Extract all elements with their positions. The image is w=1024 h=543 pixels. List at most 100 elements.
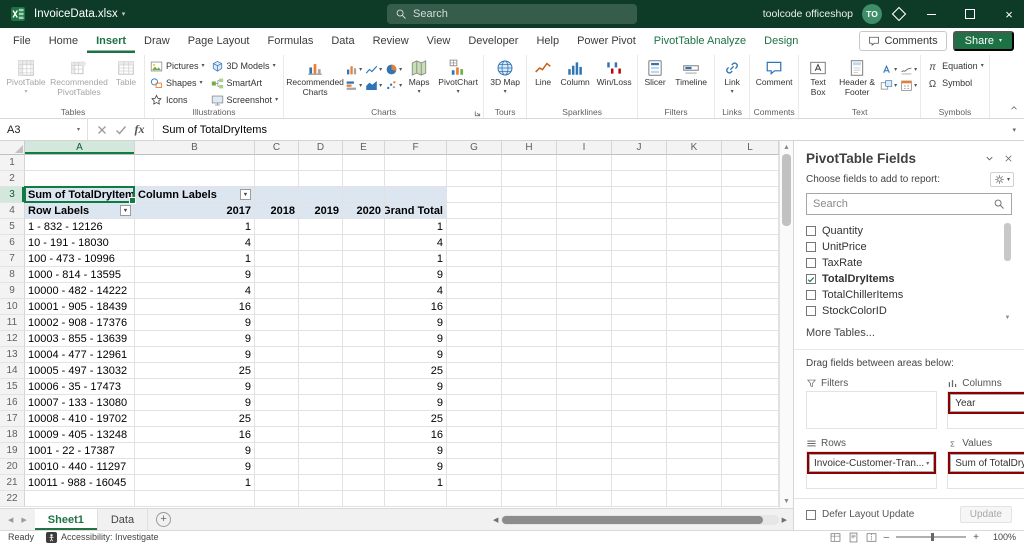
cell-l16[interactable]: [722, 395, 779, 411]
cell-e2[interactable]: [343, 171, 385, 187]
cell-e4[interactable]: 2020: [343, 203, 385, 219]
cell-d17[interactable]: [299, 411, 343, 427]
comments-button[interactable]: Comments: [859, 30, 947, 51]
cell-c16[interactable]: [255, 395, 299, 411]
recommended-pivottables-button[interactable]: Recommended PivotTables: [49, 56, 109, 97]
row-header-18[interactable]: 18: [0, 427, 25, 443]
cell-c6[interactable]: [255, 235, 299, 251]
cell-a18[interactable]: 10009 - 405 - 13248: [25, 427, 135, 443]
cell-g14[interactable]: [447, 363, 502, 379]
chart-bar-button[interactable]: ▾: [345, 79, 362, 92]
cell-g15[interactable]: [447, 379, 502, 395]
cell-j12[interactable]: [612, 331, 667, 347]
cell-f15[interactable]: 9: [385, 379, 447, 395]
cell-k18[interactable]: [667, 427, 722, 443]
cell-f22[interactable]: [385, 491, 447, 507]
cell-l1[interactable]: [722, 155, 779, 171]
cell-f11[interactable]: 9: [385, 315, 447, 331]
scroll-left-icon[interactable]: ◀: [493, 516, 498, 524]
cell-k21[interactable]: [667, 475, 722, 491]
column-header-d[interactable]: D: [299, 141, 343, 155]
cell-k4[interactable]: [667, 203, 722, 219]
cell-e19[interactable]: [343, 443, 385, 459]
ribbon-tab-review[interactable]: Review: [364, 28, 418, 53]
cell-f17[interactable]: 25: [385, 411, 447, 427]
row-header-6[interactable]: 6: [0, 235, 25, 251]
page-break-view-icon[interactable]: [866, 532, 877, 543]
cell-g18[interactable]: [447, 427, 502, 443]
cell-d2[interactable]: [299, 171, 343, 187]
ribbon-tab-developer[interactable]: Developer: [459, 28, 527, 53]
cell-h18[interactable]: [502, 427, 557, 443]
comment-button[interactable]: Comment: [753, 56, 795, 88]
chart-area-button[interactable]: ▾: [365, 79, 382, 92]
cell-a22[interactable]: [25, 491, 135, 507]
cell-i2[interactable]: [557, 171, 612, 187]
checkbox-stockcolorid[interactable]: [806, 306, 816, 316]
ribbon-tab-home[interactable]: Home: [40, 28, 87, 53]
cell-h10[interactable]: [502, 299, 557, 315]
area-columns-dropzone[interactable]: Year▾: [947, 391, 1024, 429]
ribbon-tab-file[interactable]: File: [4, 28, 40, 53]
fields-search-box[interactable]: [806, 193, 1012, 215]
column-header-f[interactable]: F: [385, 141, 447, 155]
cell-i10[interactable]: [557, 299, 612, 315]
cell-i14[interactable]: [557, 363, 612, 379]
cell-c15[interactable]: [255, 379, 299, 395]
cell-k11[interactable]: [667, 315, 722, 331]
cell-d5[interactable]: [299, 219, 343, 235]
cell-h5[interactable]: [502, 219, 557, 235]
cell-g22[interactable]: [447, 491, 502, 507]
cell-k6[interactable]: [667, 235, 722, 251]
cell-a9[interactable]: 10000 - 482 - 14222: [25, 283, 135, 299]
cell-j22[interactable]: [612, 491, 667, 507]
update-button[interactable]: Update: [959, 506, 1012, 523]
cell-e10[interactable]: [343, 299, 385, 315]
cell-f4[interactable]: Grand Total: [385, 203, 447, 219]
row-header-16[interactable]: 16: [0, 395, 25, 411]
search-box[interactable]: [387, 4, 637, 24]
cell-i17[interactable]: [557, 411, 612, 427]
cell-e13[interactable]: [343, 347, 385, 363]
column-header-j[interactable]: J: [612, 141, 667, 155]
ribbon-tab-pivottable-analyze[interactable]: PivotTable Analyze: [645, 28, 755, 53]
cell-g4[interactable]: [447, 203, 502, 219]
confirm-entry-icon[interactable]: [111, 122, 130, 138]
cell-e11[interactable]: [343, 315, 385, 331]
cell-l5[interactable]: [722, 219, 779, 235]
timeline-button[interactable]: Timeline: [671, 56, 711, 88]
cancel-entry-icon[interactable]: [92, 122, 111, 138]
cell-j14[interactable]: [612, 363, 667, 379]
cell-b21[interactable]: 1: [135, 475, 255, 491]
cell-i8[interactable]: [557, 267, 612, 283]
accessibility-status[interactable]: Accessibility: Investigate: [46, 531, 159, 543]
cell-c13[interactable]: [255, 347, 299, 363]
cell-h8[interactable]: [502, 267, 557, 283]
page-layout-view-icon[interactable]: [848, 532, 859, 543]
cell-d22[interactable]: [299, 491, 343, 507]
cell-h3[interactable]: [502, 187, 557, 203]
cell-h16[interactable]: [502, 395, 557, 411]
cell-i6[interactable]: [557, 235, 612, 251]
close-pane-icon[interactable]: [1003, 153, 1014, 164]
cell-b9[interactable]: 4: [135, 283, 255, 299]
cell-c2[interactable]: [255, 171, 299, 187]
cell-f7[interactable]: 1: [385, 251, 447, 267]
shapes-button[interactable]: Shapes ▾: [148, 75, 207, 91]
cell-j18[interactable]: [612, 427, 667, 443]
field-chip-sum-of-totaldryitems[interactable]: Sum of TotalDryItems▾: [948, 452, 1024, 474]
cell-b13[interactable]: 9: [135, 347, 255, 363]
cell-i1[interactable]: [557, 155, 612, 171]
maximize-button[interactable]: [955, 0, 985, 28]
cell-a20[interactable]: 10010 - 440 - 11297: [25, 459, 135, 475]
cell-i15[interactable]: [557, 379, 612, 395]
cell-j6[interactable]: [612, 235, 667, 251]
column-button[interactable]: Column: [558, 56, 592, 88]
cell-a14[interactable]: 10005 - 497 - 13032: [25, 363, 135, 379]
cell-e5[interactable]: [343, 219, 385, 235]
cell-g10[interactable]: [447, 299, 502, 315]
cell-i19[interactable]: [557, 443, 612, 459]
minimize-button[interactable]: [916, 0, 946, 28]
cell-j21[interactable]: [612, 475, 667, 491]
cell-c21[interactable]: [255, 475, 299, 491]
